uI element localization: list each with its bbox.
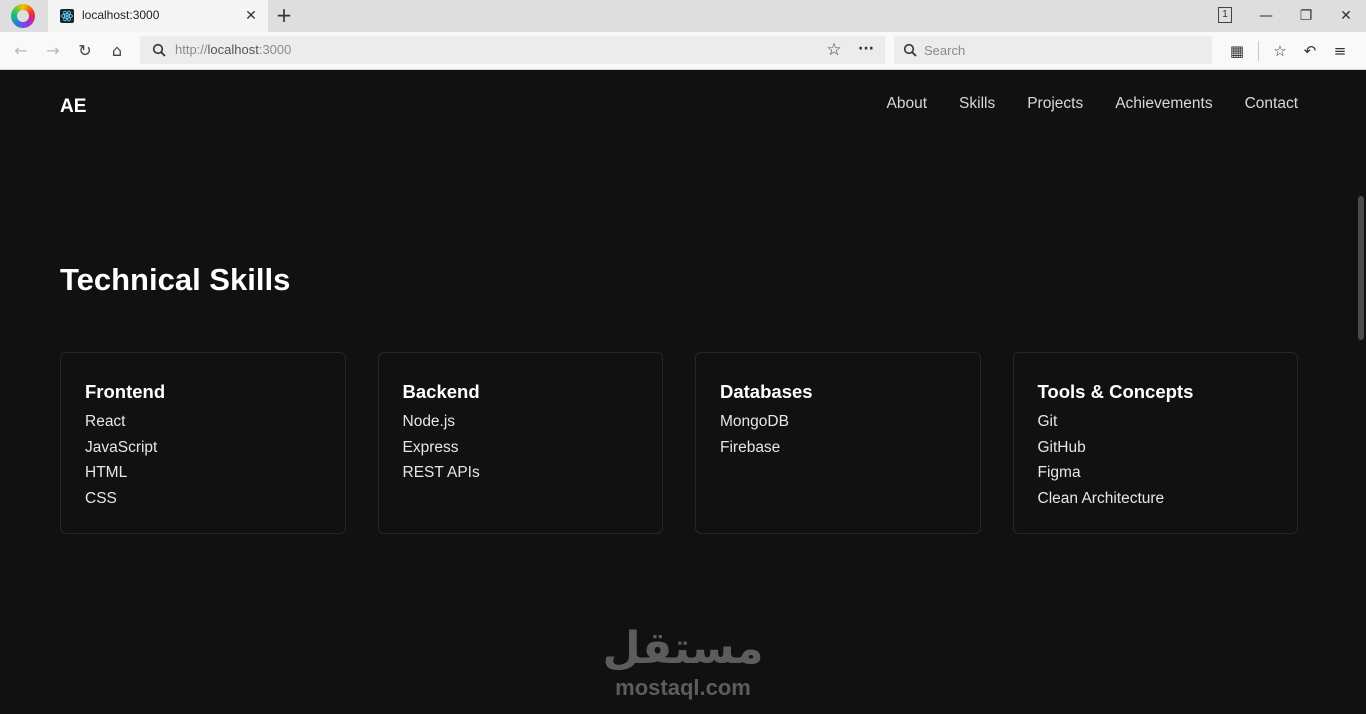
- skill-card-databases: Databases MongoDB Firebase: [695, 352, 981, 534]
- search-input[interactable]: [924, 40, 1194, 60]
- card-heading: Backend: [402, 381, 480, 402]
- mostaql-watermark: مستقل mostaql.com: [598, 622, 768, 702]
- browser-logo-icon: [11, 4, 35, 28]
- site-nav: About Skills Projects Achievements Conta…: [887, 95, 1298, 113]
- nav-link-achievements[interactable]: Achievements: [1115, 95, 1212, 113]
- list-item: Figma: [1037, 464, 1081, 482]
- library-icon[interactable]: ▦: [1226, 40, 1248, 62]
- back-button[interactable]: ←: [10, 40, 32, 62]
- window-minimize-button[interactable]: —: [1256, 6, 1276, 26]
- skill-list: Git GitHub Figma Clean Architecture: [1038, 409, 1274, 512]
- watermark-latin: mostaql.com: [615, 675, 751, 700]
- tab-close-icon[interactable]: ✕: [243, 8, 259, 24]
- scrollbar-thumb[interactable]: [1358, 196, 1364, 340]
- page-scrollbar[interactable]: [1356, 70, 1366, 714]
- browser-tab-bar: localhost:3000 ✕ + 1 — ❐ ✕: [0, 0, 1366, 32]
- list-item: REST APIs: [402, 464, 480, 482]
- list-item: Node.js: [402, 413, 456, 430]
- list-item: Clean Architecture: [1037, 490, 1165, 508]
- list-item: HTML: [85, 464, 128, 482]
- list-item: Firebase: [720, 438, 781, 456]
- card-heading: Tools & Concepts: [1037, 381, 1194, 402]
- tab-count-badge[interactable]: 1: [1218, 7, 1232, 23]
- nav-link-projects[interactable]: Projects: [1027, 95, 1083, 113]
- skill-card-frontend: Frontend React JavaScript HTML CSS: [60, 352, 346, 534]
- address-text[interactable]: http://localhost:3000: [175, 42, 291, 57]
- section-title: Technical Skills: [60, 262, 291, 297]
- page-content: AE About Skills Projects Achievements Co…: [0, 70, 1366, 714]
- toolbar-divider: [1258, 41, 1259, 61]
- reload-button[interactable]: ↻: [74, 40, 96, 62]
- tab-title: localhost:3000: [82, 8, 160, 22]
- skill-list: React JavaScript HTML CSS: [85, 409, 321, 512]
- home-button[interactable]: ⌂: [106, 40, 128, 62]
- skill-card-tools: Tools & Concepts Git GitHub Figma Clean …: [1012, 352, 1298, 534]
- search-icon: [152, 43, 166, 57]
- list-item: MongoDB: [720, 413, 789, 430]
- site-logo[interactable]: AE: [60, 96, 86, 118]
- search-bar[interactable]: [894, 36, 1212, 64]
- address-bar[interactable]: http://localhost:3000 ☆ ···: [140, 36, 885, 64]
- undo-icon[interactable]: ↶: [1299, 40, 1321, 62]
- forward-button[interactable]: →: [42, 40, 64, 62]
- browser-nav-bar: ← → ↻ ⌂ http://localhost:3000 ☆ ··· ▦ ☆ …: [0, 32, 1366, 70]
- list-item: Git: [1037, 413, 1058, 430]
- nav-link-about[interactable]: About: [887, 95, 928, 113]
- nav-link-skills[interactable]: Skills: [959, 95, 995, 113]
- page-actions-icon[interactable]: ···: [856, 39, 876, 59]
- window-restore-button[interactable]: ❐: [1296, 6, 1316, 26]
- list-item: CSS: [85, 490, 117, 508]
- list-item: React: [85, 413, 126, 430]
- search-icon: [903, 43, 917, 57]
- list-item: GitHub: [1037, 438, 1086, 456]
- list-item: Express: [402, 438, 459, 456]
- list-item: JavaScript: [85, 438, 158, 456]
- react-favicon-icon: [60, 9, 74, 23]
- window-close-button[interactable]: ✕: [1336, 6, 1356, 26]
- skill-list: Node.js Express REST APIs: [403, 409, 639, 486]
- browser-tab-active[interactable]: localhost:3000 ✕: [48, 0, 268, 32]
- card-heading: Databases: [720, 381, 813, 402]
- new-tab-button[interactable]: +: [274, 5, 294, 25]
- nav-link-contact[interactable]: Contact: [1245, 95, 1298, 113]
- reading-list-icon[interactable]: ☆: [1269, 40, 1291, 62]
- skills-cards: Frontend React JavaScript HTML CSS Backe…: [60, 352, 1298, 534]
- skill-card-backend: Backend Node.js Express REST APIs: [377, 352, 663, 534]
- menu-icon[interactable]: ≡: [1329, 40, 1351, 62]
- bookmark-star-icon[interactable]: ☆: [824, 40, 844, 60]
- skill-list: MongoDB Firebase: [720, 409, 956, 460]
- watermark-arabic: مستقل: [602, 623, 764, 674]
- card-heading: Frontend: [85, 381, 166, 402]
